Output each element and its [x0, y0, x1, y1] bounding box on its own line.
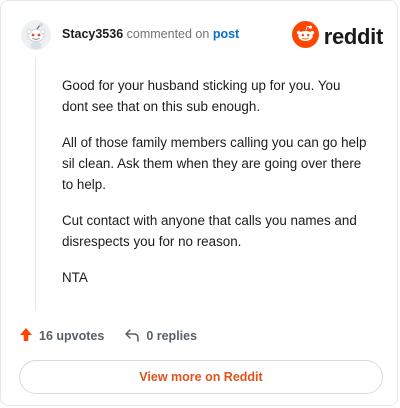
reddit-wordmark: reddit	[323, 24, 384, 49]
thread-line	[35, 57, 36, 311]
commented-on-text: commented on	[126, 27, 210, 41]
reply-arrow-icon	[124, 328, 140, 345]
upvote-arrow-icon	[19, 327, 33, 345]
reddit-logo-icon	[291, 21, 319, 53]
comment-paragraph: Cut contact with anyone that calls you n…	[62, 213, 357, 249]
comment-card: Stacy3536 commented on post reddit Good …	[0, 0, 398, 406]
comment-paragraph: All of those family members calling you …	[62, 135, 367, 192]
upvote-count: 16 upvotes	[39, 329, 105, 343]
comment-paragraph: NTA	[62, 270, 88, 285]
reply-count: 0 replies	[146, 329, 198, 343]
comment-body: Good for your husband sticking up for yo…	[62, 75, 370, 303]
view-more-button[interactable]: View more on Reddit	[19, 360, 383, 394]
username[interactable]: Stacy3536	[62, 27, 123, 41]
post-link[interactable]: post	[213, 27, 239, 41]
comment-header: Stacy3536 commented on post	[62, 26, 239, 42]
snoo-avatar-icon[interactable]	[21, 20, 51, 50]
upvote-button[interactable]: 16 upvotes	[19, 327, 104, 345]
reddit-logo[interactable]: reddit	[291, 21, 384, 53]
comment-actions: 16 upvotes 0 replies	[19, 327, 197, 345]
reply-button[interactable]: 0 replies	[124, 328, 197, 345]
view-more-label: View more on Reddit	[139, 370, 263, 384]
comment-paragraph: Good for your husband sticking up for yo…	[62, 78, 341, 114]
